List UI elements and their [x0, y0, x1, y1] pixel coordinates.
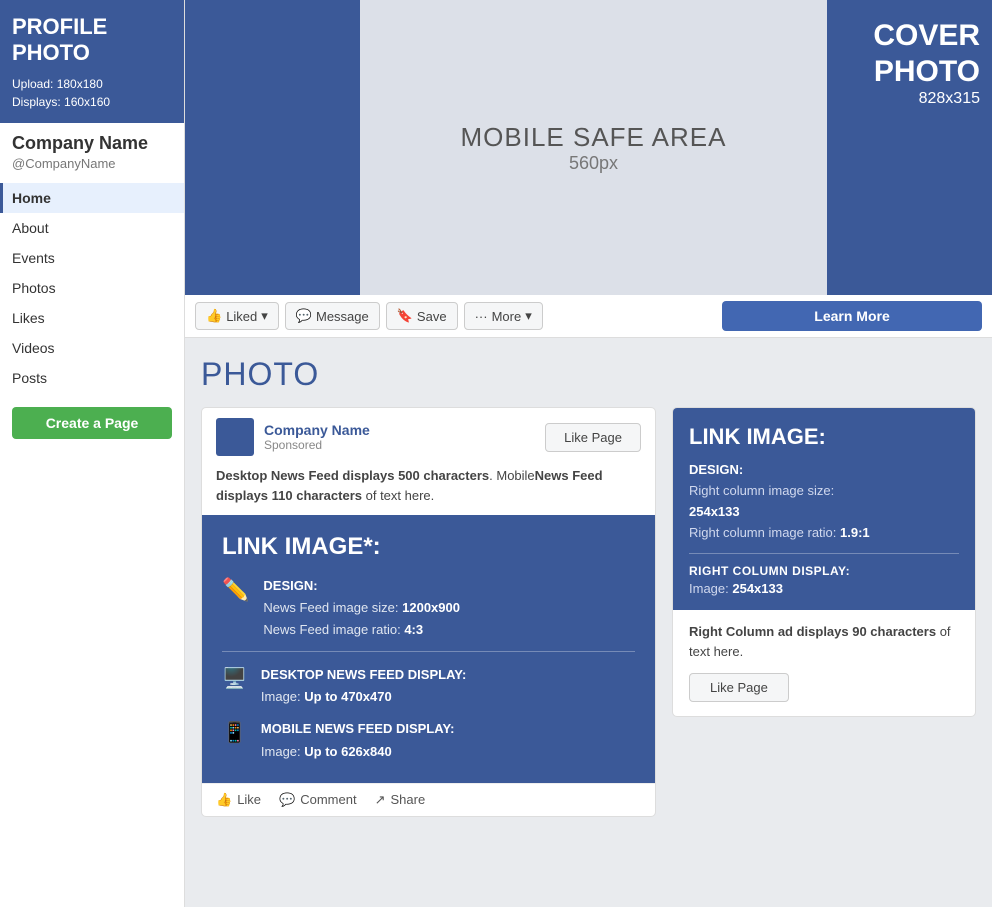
cover-right-blue: COVER PHOTO 828x315: [827, 0, 992, 295]
mobile-image-value: Up to 626x840: [304, 744, 391, 759]
right-col-size-value: 254x133: [689, 504, 740, 519]
card-left: Company Name Sponsored Like Page Desktop…: [201, 407, 656, 817]
design-label: DESIGN:: [263, 578, 317, 593]
right-display-text: Image: 254x133: [689, 581, 959, 596]
liked-button[interactable]: 👍 Liked ▾: [195, 302, 279, 330]
right-col-size-label: Right column image size:: [689, 483, 834, 498]
desktop-display-label: DESKTOP NEWS FEED DISPLAY:: [261, 667, 466, 682]
mobile-display-details: MOBILE NEWS FEED DISPLAY: Image: Up to 6…: [261, 718, 455, 762]
chevron-down-icon: ▾: [525, 308, 532, 324]
right-col-ratio-label: Right column image ratio:: [689, 525, 840, 540]
mobile-image-label: Image:: [261, 744, 304, 759]
card-right-title: LINK IMAGE:: [689, 424, 959, 450]
share-icon: ↗: [375, 792, 386, 808]
mobile-safe-px: 560px: [569, 153, 618, 174]
sidebar-item-posts[interactable]: Posts: [0, 363, 184, 393]
mobile-safe-area: MOBILE SAFE AREA 560px: [360, 0, 827, 295]
link-image-details: DESIGN: News Feed image size: 1200x900 N…: [263, 575, 460, 641]
news-feed-ratio-label: News Feed image ratio:: [263, 622, 404, 637]
profile-photo-upload: Upload: 180x180 Displays: 160x160: [12, 75, 172, 111]
avatar: [216, 418, 254, 456]
comment-icon: 💬: [279, 792, 295, 808]
cover-photo-label: COVER PHOTO: [839, 18, 980, 90]
mobile-display-label: MOBILE NEWS FEED DISPLAY:: [261, 721, 455, 736]
news-feed-size-label: News Feed image size:: [263, 600, 402, 615]
news-feed-size-value: 1200x900: [402, 600, 460, 615]
card-footer: 👍 Like 💬 Comment ↗ Share: [202, 783, 655, 816]
photo-heading: PHOTO: [201, 356, 976, 393]
ellipsis-icon: ···: [475, 309, 488, 324]
card-right-bottom: Right Column ad displays 90 characters o…: [673, 610, 975, 716]
more-button[interactable]: ··· More ▾: [464, 302, 543, 330]
desktop-display-details: DESKTOP NEWS FEED DISPLAY: Image: Up to …: [261, 664, 466, 708]
card-company-name: Company Name: [264, 422, 545, 438]
mobile-display-row: 📱 MOBILE NEWS FEED DISPLAY: Image: Up to…: [222, 718, 635, 762]
sidebar-item-about[interactable]: About: [0, 213, 184, 243]
like-icon: 👍: [216, 792, 232, 808]
sidebar-item-photos[interactable]: Photos: [0, 273, 184, 303]
company-name: Company Name: [0, 123, 184, 156]
chevron-down-icon: ▾: [261, 308, 268, 324]
right-design-label: DESIGN:: [689, 462, 959, 477]
card-header: Company Name Sponsored Like Page: [202, 408, 655, 466]
save-button[interactable]: 🔖 Save: [386, 302, 458, 330]
sidebar-item-events[interactable]: Events: [0, 243, 184, 273]
learn-more-button[interactable]: Learn More: [722, 301, 982, 331]
right-bottom-bold: Right Column ad displays 90 characters: [689, 624, 936, 639]
card-body-text: Desktop News Feed displays 500 character…: [202, 466, 655, 515]
body-text1: . Mobile: [489, 468, 535, 483]
desktop-display-row: 🖥️ DESKTOP NEWS FEED DISPLAY: Image: Up …: [222, 664, 635, 708]
profile-photo-title: PROFILE PHOTO: [12, 14, 172, 67]
right-col-ratio-value: 1.9:1: [840, 525, 870, 540]
like-button[interactable]: 👍 Like: [216, 792, 261, 808]
link-image-title: LINK IMAGE*:: [222, 533, 635, 561]
right-col-image-label: Image:: [689, 581, 732, 596]
link-divider: [222, 651, 635, 652]
sidebar-item-likes[interactable]: Likes: [0, 303, 184, 333]
right-display-label: RIGHT COLUMN DISPLAY:: [689, 564, 959, 578]
pencil-icon: ✏️: [222, 577, 249, 603]
mobile-safe-label: MOBILE SAFE AREA: [461, 122, 727, 153]
right-col-image-value: 254x133: [732, 581, 783, 596]
sidebar-item-videos[interactable]: Videos: [0, 333, 184, 363]
thumbs-up-icon: 👍: [206, 308, 222, 324]
right-divider: [689, 553, 959, 554]
create-page-button[interactable]: Create a Page: [12, 407, 172, 439]
comment-button[interactable]: 💬 Comment: [279, 792, 357, 808]
photo-section: PHOTO Company Name Sponsored Like Page D…: [185, 338, 992, 827]
cover-left-blue: [185, 0, 360, 295]
sidebar-item-home[interactable]: Home: [0, 183, 184, 213]
card-company-info: Company Name Sponsored: [264, 422, 545, 452]
design-row: ✏️ DESIGN: News Feed image size: 1200x90…: [222, 575, 635, 641]
link-image-box: LINK IMAGE*: ✏️ DESIGN: News Feed image …: [202, 515, 655, 783]
monitor-icon: 🖥️: [222, 666, 247, 691]
nav-list: Home About Events Photos Likes Videos Po…: [0, 183, 184, 393]
bookmark-icon: 🔖: [397, 308, 413, 324]
company-handle: @CompanyName: [0, 156, 184, 179]
body-text2: of text here.: [362, 488, 434, 503]
desktop-image-label: Image:: [261, 689, 304, 704]
card-right: LINK IMAGE: DESIGN: Right column image s…: [672, 407, 976, 717]
cards-row: Company Name Sponsored Like Page Desktop…: [201, 407, 976, 817]
desktop-image-value: Up to 470x470: [304, 689, 391, 704]
right-design-text: Right column image size: 254x133 Right c…: [689, 481, 959, 543]
right-bottom-text: Right Column ad displays 90 characters o…: [689, 622, 959, 661]
card-sponsored: Sponsored: [264, 438, 545, 452]
share-button[interactable]: ↗ Share: [375, 792, 426, 808]
sidebar: PROFILE PHOTO Upload: 180x180 Displays: …: [0, 0, 185, 907]
message-button[interactable]: 💬 Message: [285, 302, 380, 330]
main-content: MOBILE SAFE AREA 560px COVER PHOTO 828x3…: [185, 0, 992, 907]
body-bold1: Desktop News Feed displays 500 character…: [216, 468, 489, 483]
like-page-button-right[interactable]: Like Page: [689, 673, 789, 702]
cover-photo-size: 828x315: [919, 90, 980, 108]
cover-area: MOBILE SAFE AREA 560px COVER PHOTO 828x3…: [185, 0, 992, 295]
mobile-icon: 📱: [222, 720, 247, 745]
message-icon: 💬: [296, 308, 312, 324]
profile-photo-box: PROFILE PHOTO Upload: 180x180 Displays: …: [0, 0, 184, 123]
action-bar: 👍 Liked ▾ 💬 Message 🔖 Save ··· More ▾ Le…: [185, 295, 992, 338]
like-page-button-left[interactable]: Like Page: [545, 423, 641, 452]
news-feed-ratio-value: 4:3: [404, 622, 423, 637]
card-right-top: LINK IMAGE: DESIGN: Right column image s…: [673, 408, 975, 610]
